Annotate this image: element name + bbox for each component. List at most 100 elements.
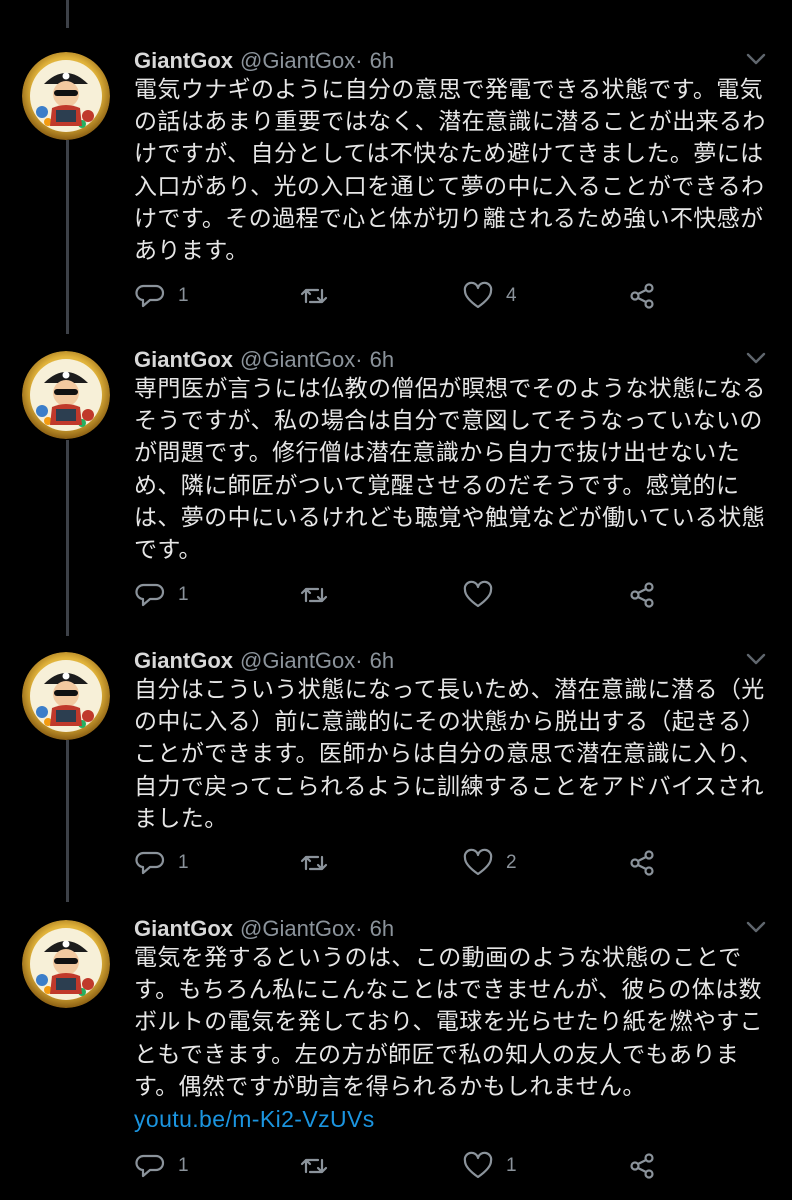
like-button[interactable]: 4 — [462, 276, 517, 316]
tweet-text-line: は、夢の中にいるけれども聴覚や触覚などが働いている状態 — [134, 504, 766, 531]
timestamp[interactable]: 6h — [370, 347, 394, 372]
retweet-icon — [298, 1150, 330, 1182]
tweet-text-line: の中に入る）前に意識的にその状態から脱出する（起きる） — [134, 709, 765, 736]
tweet-text: 自分はこういう状態になって長いため、潜在意識に潜る（光 の中に入る）前に意識的にそ… — [134, 674, 774, 835]
reply-button[interactable]: 1 — [134, 575, 189, 615]
tweet-text-line: 自力で戻ってこられるように訓練することをアドバイスされ — [134, 773, 764, 800]
retweet-button[interactable] — [298, 1146, 342, 1186]
tweet-text-line: ともできます。左の方が師匠で私の知人の友人でもありま — [134, 1041, 740, 1068]
tweet-text-line: が問題です。修行僧は潜在意識から自力で抜け出せないた — [134, 440, 741, 467]
like-count: 2 — [506, 852, 517, 873]
user-handle[interactable]: @GiantGox — [240, 48, 355, 73]
tweet-text: 電気を発するというのは、この動画のような状態のことで す。もちろん私にこんなことは… — [134, 942, 774, 1135]
heart-icon — [462, 1150, 494, 1182]
like-button[interactable]: 2 — [462, 843, 517, 883]
tweet-text-line: ことができます。医師からは自分の意思で潜在意識に入り、 — [134, 741, 763, 768]
share-button[interactable] — [626, 1146, 658, 1186]
tweet-text-line: す。もちろん私にこんなことはできませんが、彼らの体は数 — [134, 977, 762, 1004]
reply-icon — [134, 847, 166, 879]
tweet-header: GiantGox @GiantGox· 6h — [134, 343, 394, 377]
tweet-text-line: め、隣に師匠がついて覚醒させるのだそうです。感覚的に — [134, 472, 740, 499]
retweet-button[interactable] — [298, 843, 342, 883]
user-handle[interactable]: @GiantGox — [240, 347, 355, 372]
display-name[interactable]: GiantGox — [134, 347, 233, 372]
tweet-text: 電気ウナギのように自分の意思で発電できる状態です。電気 の話はあまり重要ではなく、… — [134, 74, 774, 267]
chevron-down-icon[interactable] — [742, 48, 770, 70]
timestamp[interactable]: 6h — [370, 648, 394, 673]
thread-connector-line — [66, 740, 69, 902]
share-button[interactable] — [626, 843, 658, 883]
reply-count: 1 — [178, 852, 189, 873]
heart-icon — [462, 280, 494, 312]
tweet-text-line: あります。 — [134, 238, 249, 265]
retweet-icon — [298, 280, 330, 312]
tweet-link[interactable]: youtu.be/m-Ki2-VzUVs — [134, 1103, 774, 1135]
share-icon — [626, 1150, 658, 1182]
separator-dot: · — [355, 916, 363, 941]
reply-button[interactable]: 1 — [134, 276, 189, 316]
tweet-text-line: けですが、自分としては不快なため避けてきました。夢には — [134, 141, 764, 168]
share-button[interactable] — [626, 276, 658, 316]
avatar[interactable] — [22, 52, 110, 140]
separator-dot: · — [355, 48, 363, 73]
reply-count: 1 — [178, 1155, 189, 1176]
tweet-header: GiantGox @GiantGox· 6h — [134, 644, 394, 678]
heart-icon — [462, 847, 494, 879]
like-count: 4 — [506, 285, 517, 306]
like-count: 1 — [506, 1155, 517, 1176]
reply-icon — [134, 1150, 166, 1182]
tweet-text-line: 電気ウナギのように自分の意思で発電できる状態です。電気 — [134, 77, 764, 103]
tweet-actions: 11 — [134, 1146, 754, 1186]
tweet-text: 専門医が言うには仏教の僧侶が瞑想でそのような状態になる そうですが、私の場合は自分… — [134, 373, 774, 566]
separator-dot: · — [355, 648, 363, 673]
timestamp[interactable]: 6h — [370, 916, 394, 941]
chevron-down-icon[interactable] — [742, 347, 770, 369]
reply-icon — [134, 579, 166, 611]
reply-count: 1 — [178, 584, 189, 605]
retweet-icon — [298, 579, 330, 611]
reply-button[interactable]: 1 — [134, 1146, 189, 1186]
timestamp[interactable]: 6h — [370, 48, 394, 73]
tweet-text-line: けです。その過程で心と体が切り離されるため強い不快感が — [134, 205, 764, 232]
heart-icon — [462, 579, 494, 611]
retweet-button[interactable] — [298, 276, 342, 316]
tweet-actions: 1 — [134, 575, 754, 615]
avatar[interactable] — [22, 351, 110, 439]
display-name[interactable]: GiantGox — [134, 48, 233, 73]
reply-count: 1 — [178, 285, 189, 306]
avatar[interactable] — [22, 652, 110, 740]
avatar[interactable] — [22, 920, 110, 1008]
tweet-text-line: す。偶然ですが助言を得られるかもしれません。 — [134, 1073, 646, 1100]
tweet-text-line: ボルトの電気を発しており、電球を光らせたり紙を燃やすこ — [134, 1009, 764, 1036]
tweet-actions: 14 — [134, 276, 754, 316]
reply-button[interactable]: 1 — [134, 843, 189, 883]
thread-connector-line — [66, 140, 69, 334]
tweet-text-line: 専門医が言うには仏教の僧侶が瞑想でそのような状態になる — [134, 376, 766, 402]
tweet-text-line: ました。 — [134, 805, 228, 832]
reply-icon — [134, 280, 166, 312]
tweet-text-line: 電気を発するというのは、この動画のような状態のことで — [134, 945, 742, 971]
thread-connector-line — [66, 440, 69, 636]
share-icon — [626, 280, 658, 312]
share-button[interactable] — [626, 575, 658, 615]
tweet-text-line: 自分はこういう状態になって長いため、潜在意識に潜る（光 — [134, 677, 765, 703]
tweet-actions: 12 — [134, 843, 754, 883]
tweet-text-line: の話はあまり重要ではなく、潜在意識に潜ることが出来るわ — [134, 109, 766, 136]
user-handle[interactable]: @GiantGox — [240, 648, 355, 673]
thread-connector-line — [66, 0, 69, 28]
user-handle[interactable]: @GiantGox — [240, 916, 355, 941]
share-icon — [626, 847, 658, 879]
chevron-down-icon[interactable] — [742, 916, 770, 938]
like-button[interactable] — [462, 575, 506, 615]
tweet-text-line: です。 — [134, 537, 202, 564]
retweet-icon — [298, 847, 330, 879]
share-icon — [626, 579, 658, 611]
tweet-text-line: そうですが、私の場合は自分で意図してそうなっていないの — [134, 408, 763, 435]
retweet-button[interactable] — [298, 575, 342, 615]
chevron-down-icon[interactable] — [742, 648, 770, 670]
display-name[interactable]: GiantGox — [134, 916, 233, 941]
like-button[interactable]: 1 — [462, 1146, 517, 1186]
display-name[interactable]: GiantGox — [134, 648, 233, 673]
tweet-header: GiantGox @GiantGox· 6h — [134, 44, 394, 78]
tweet-text-line: 入口があり、光の入口を通じて夢の中に入ることができるわ — [134, 173, 765, 200]
